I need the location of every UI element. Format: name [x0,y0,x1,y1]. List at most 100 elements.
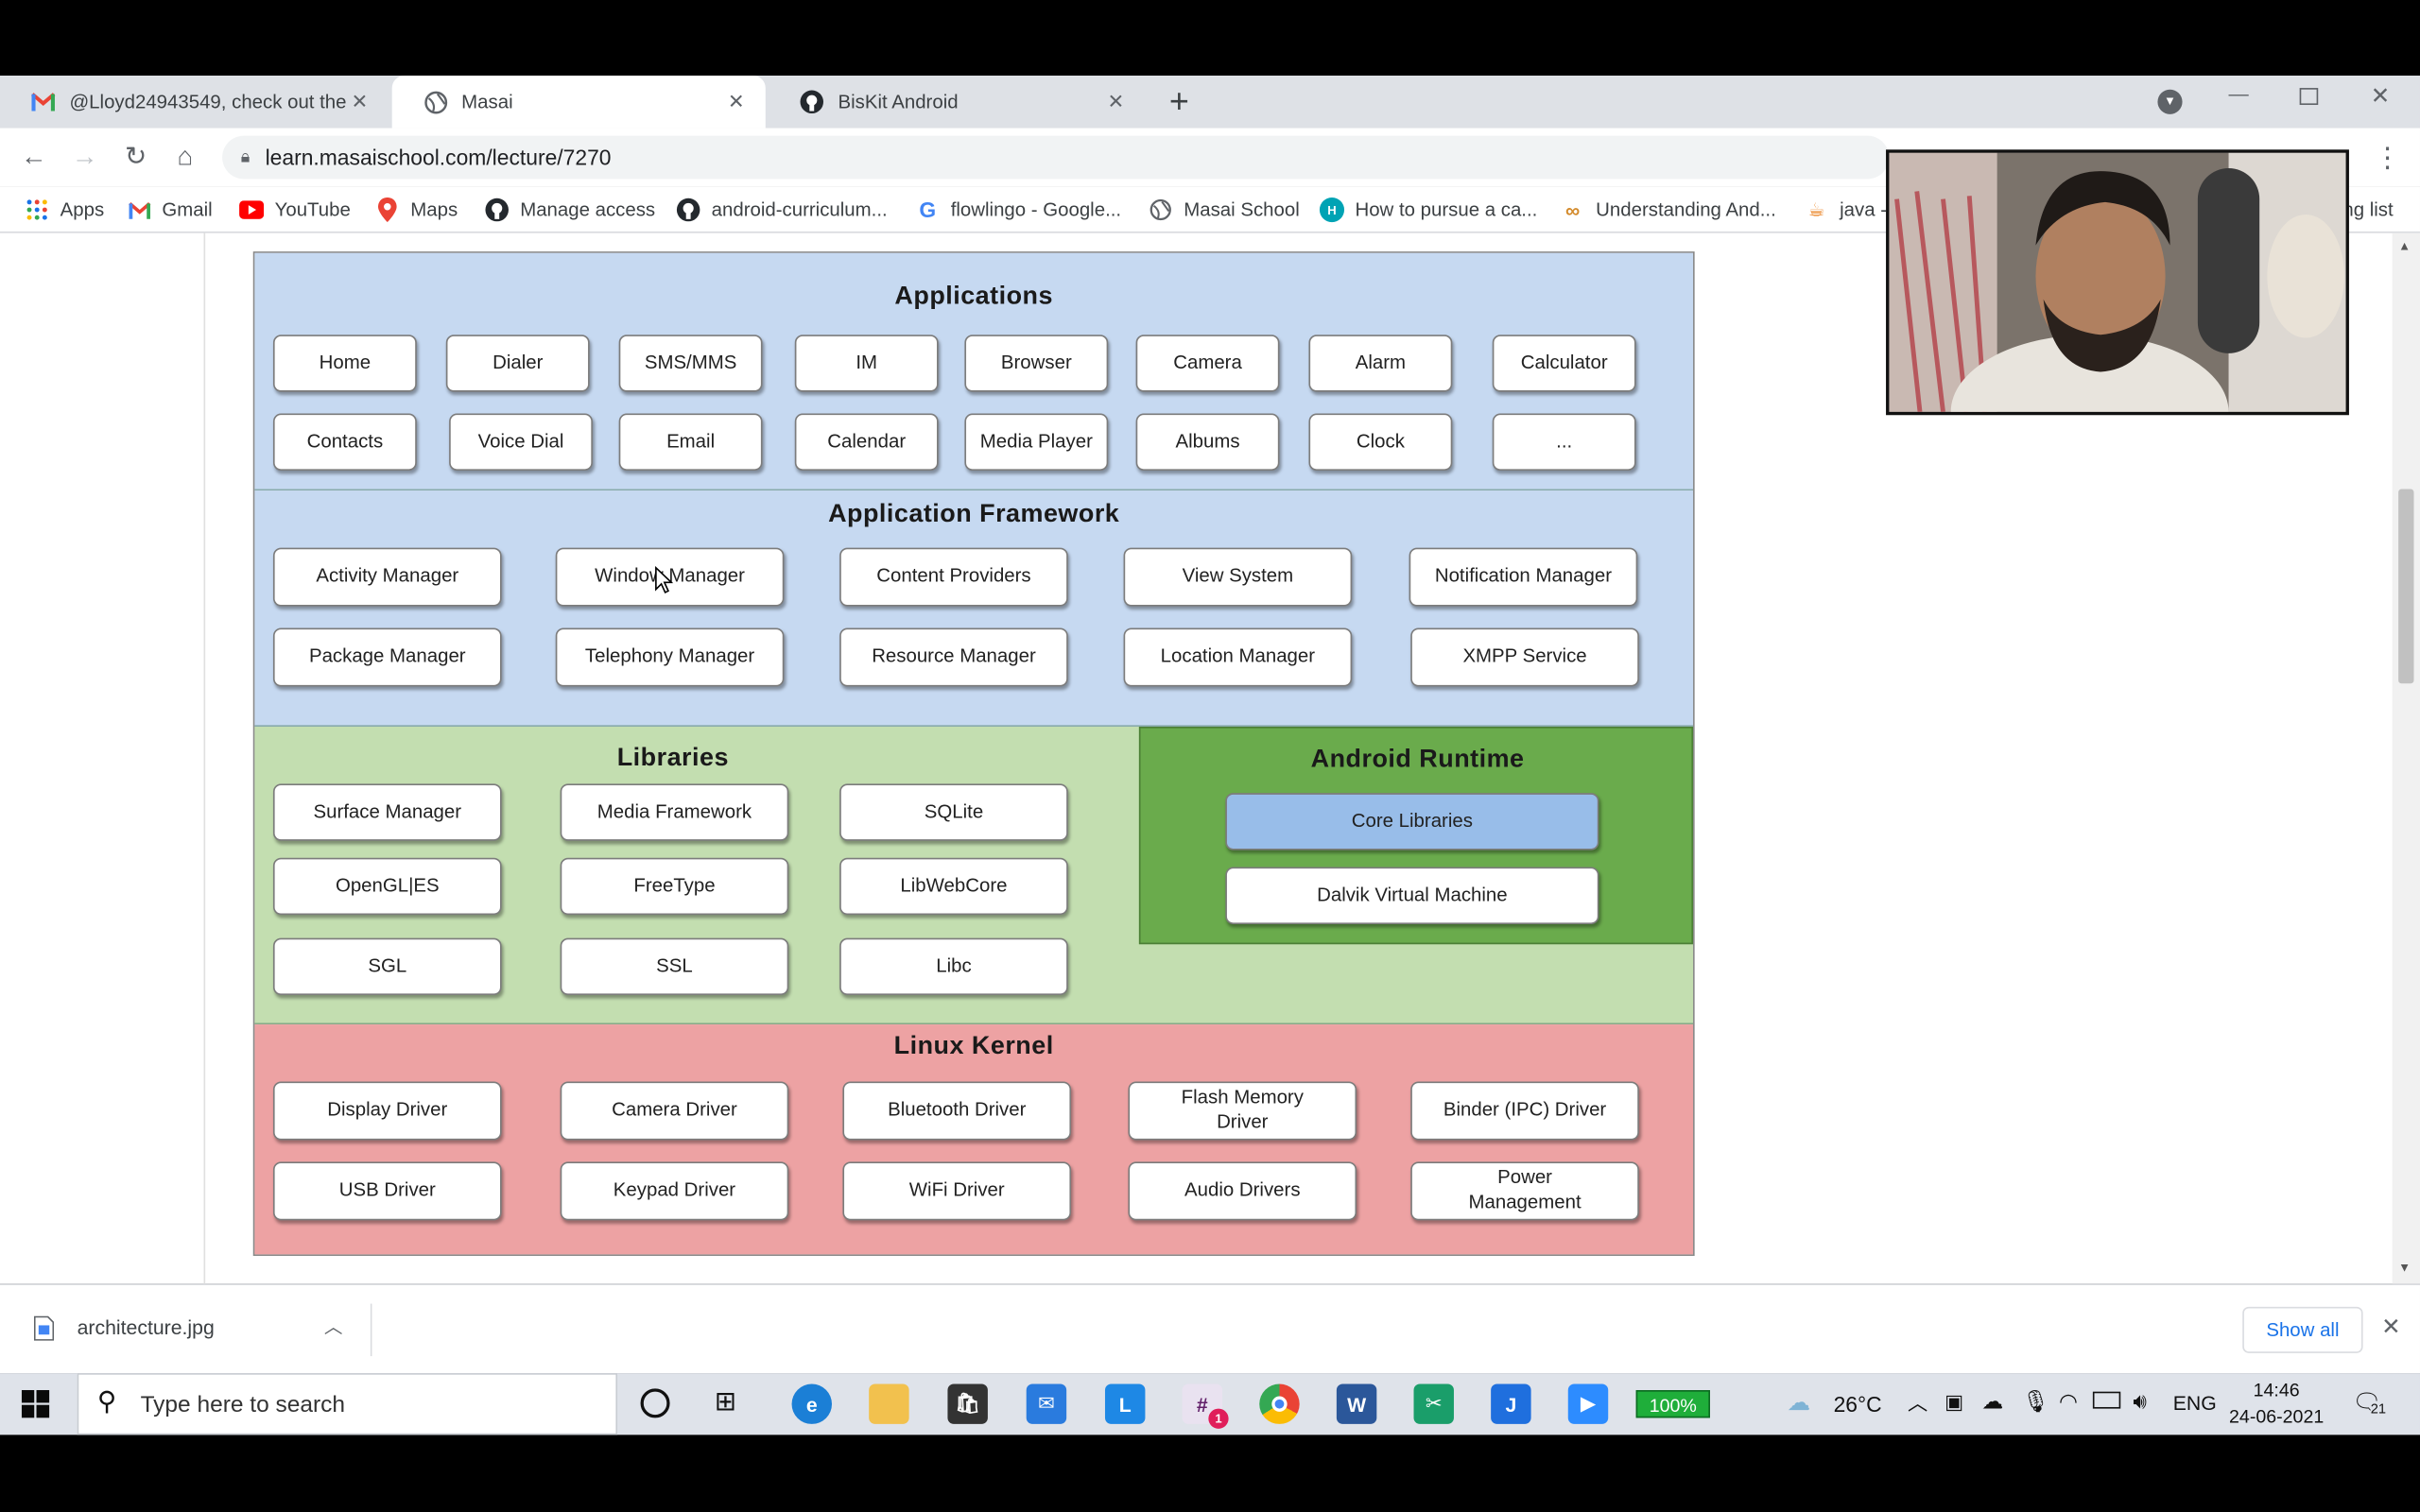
word-icon[interactable]: W [1336,1383,1377,1424]
bookmark-label: Masai School [1184,198,1300,221]
libraries-title: Libraries [616,743,729,772]
language-indicator[interactable]: ENG [2173,1392,2217,1415]
meet-now-icon[interactable]: ▣ [1945,1390,1963,1415]
tab-masai[interactable]: Masai ✕ [391,75,766,129]
cortana-icon[interactable] [640,1388,670,1418]
bookmark-label: How to pursue a ca... [1355,198,1538,221]
chevron-up-icon[interactable]: ︿ [324,1313,343,1339]
app-box: ... [1492,413,1636,471]
weather-icon: ☁ [1787,1390,1811,1417]
framework-box: Location Manager [1123,627,1353,687]
battery-icon[interactable] [2092,1391,2121,1409]
minimize-icon[interactable]: — [2229,82,2254,116]
clock[interactable]: 14:46 24-06-2021 [2222,1378,2330,1431]
home-icon[interactable]: ⌂ [162,129,208,187]
back-icon[interactable]: ← [10,129,57,187]
framework-box: Notification Manager [1409,547,1638,607]
onedrive-icon[interactable]: ☁ [1981,1388,2003,1415]
menu-icon[interactable]: ⋮ [2364,129,2411,187]
page-scrollbar[interactable]: ▲ ▼ [2392,232,2420,1284]
bookmark-java[interactable]: ☕︎ java - [1805,187,1887,233]
scrollbar-thumb[interactable] [2398,489,2414,684]
divider [370,1303,372,1357]
address-bar[interactable]: 🔒︎ learn.masaischool.com/lecture/7270 [222,135,1890,180]
scroll-down-icon[interactable]: ▼ [2398,1261,2411,1275]
bookmark-gmail[interactable]: Gmail [127,187,213,233]
driver-box: WiFi Driver [842,1161,1072,1221]
bookmark-youtube[interactable]: YouTube [239,187,351,233]
framework-box: Activity Manager [272,547,502,607]
windows-start-icon[interactable] [21,1390,50,1426]
wifi-icon[interactable]: ◠ [2059,1388,2078,1415]
edge-icon[interactable]: e [791,1383,832,1424]
temperature[interactable]: 26°C [1834,1392,1882,1417]
bookmark-maps[interactable]: Maps [375,187,458,233]
mouse-cursor-icon [655,566,673,594]
gmail-icon [127,198,151,222]
window-close-icon[interactable]: ✕ [2371,82,2395,116]
bookmark-label: flowlingo - Google... [950,198,1122,221]
bookmark-manage-access[interactable]: Manage access [485,187,656,233]
framework-box: Package Manager [272,627,502,687]
framework-layer: Application Framework Activity Manager W… [254,490,1694,727]
tab-strip: @Lloyd24943549, check out the ✕ Masai ✕ … [0,75,2420,129]
microphone-icon[interactable]: 🎙︎ [2022,1388,2049,1415]
close-icon[interactable]: ✕ [2381,1313,2401,1341]
bookmark-label: Apps [60,198,105,221]
bookmark-how-to-pursue[interactable]: H How to pursue a ca... [1319,187,1538,233]
video-call-overlay[interactable] [1886,149,2349,416]
battery-status[interactable]: 100% [1635,1390,1710,1418]
reload-icon[interactable]: ↻ [112,129,159,187]
tab-label: BisKit Android [838,91,959,113]
apps-grid-icon [25,198,49,222]
bookmark-android-curriculum[interactable]: android-curriculum... [676,187,888,233]
notifications-icon[interactable]: 🗨︎ 21 [2352,1388,2387,1417]
mail-icon[interactable]: ✉ [1026,1383,1067,1424]
app-box: Home [272,335,417,392]
screen: @Lloyd24943549, check out the ✕ Masai ✕ … [0,0,2420,1512]
close-icon[interactable]: ✕ [1102,90,1130,114]
hd-icon: H [1319,197,1345,223]
bookmark-label: Manage access [520,198,656,221]
zoom-icon[interactable]: ▶ [1567,1383,1609,1424]
close-icon[interactable]: ✕ [722,90,750,114]
tab-search-icon[interactable]: ▼ [2157,89,2183,114]
tab-biskit[interactable]: BisKit Android ✕ [769,76,1145,129]
framework-box: View System [1123,547,1353,607]
task-view-icon[interactable]: ⊞ [715,1387,736,1418]
kernel-title: Linux Kernel [893,1032,1054,1060]
restore-icon[interactable] [2299,88,2319,106]
bookmark-flowlingo[interactable]: G flowlingo - Google... [915,187,1121,233]
download-item[interactable]: architecture.jpg ︿ [0,1285,371,1375]
framework-title: Application Framework [828,499,1120,528]
lens-app-icon[interactable]: L [1104,1383,1146,1424]
app-box: Browser [964,335,1109,392]
volume-icon[interactable]: 🔊︎ [2133,1388,2146,1415]
snip-icon[interactable]: ✂ [1413,1383,1454,1424]
store-icon[interactable]: 🛍︎ [947,1383,988,1424]
tab-gmail[interactable]: @Lloyd24943549, check out the ✕ [0,76,389,129]
slack-icon[interactable]: # 1 [1182,1383,1229,1429]
forward-icon[interactable]: → [61,129,108,187]
new-tab-button[interactable]: + [1161,82,1198,122]
driver-box: Bluetooth Driver [842,1081,1072,1141]
library-box: SSL [560,937,789,996]
app-box: IM [794,335,939,392]
bookmark-masai-school[interactable]: Masai School [1149,187,1300,233]
jira-icon[interactable]: J [1491,1383,1531,1424]
bookmark-understanding[interactable]: ∞ Understanding And... [1561,187,1776,233]
taskbar-search-box[interactable]: ⚲ Type here to search [77,1373,618,1435]
app-box: Voice Dial [449,413,593,471]
file-explorer-icon[interactable] [869,1383,909,1424]
slack-badge: 1 [1208,1408,1229,1429]
close-icon[interactable]: ✕ [346,90,373,114]
chrome-icon[interactable] [1259,1383,1300,1424]
bookmark-apps[interactable]: Apps [25,187,104,233]
scroll-up-icon[interactable]: ▲ [2398,239,2411,253]
app-box: Media Player [964,413,1109,471]
chevron-up-icon[interactable]: ︿ [1908,1387,1927,1417]
framework-box: Telephony Manager [555,627,785,687]
framework-box: Content Providers [839,547,1068,607]
show-all-button[interactable]: Show all [2242,1306,2363,1353]
reading-list[interactable]: ng list [2342,187,2393,233]
